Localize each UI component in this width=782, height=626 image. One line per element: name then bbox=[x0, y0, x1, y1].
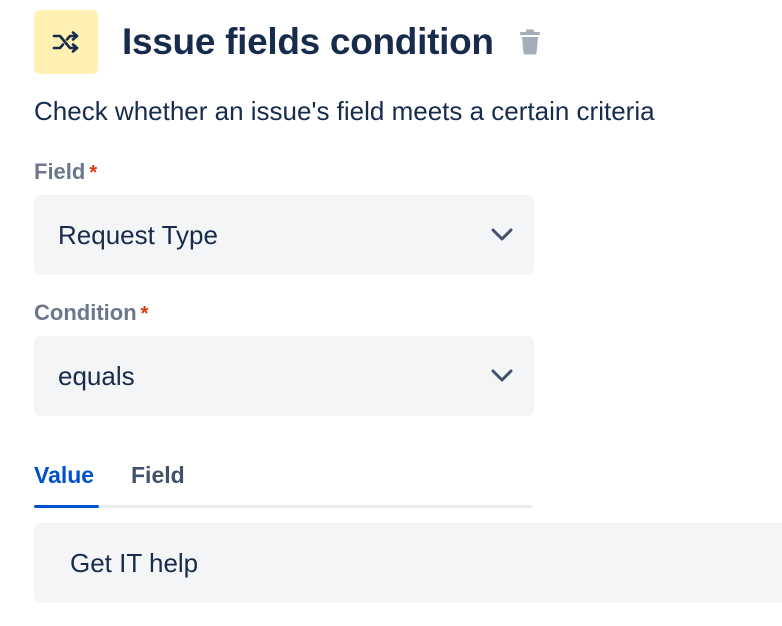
field-label-text: Field bbox=[34, 159, 86, 184]
condition-label: Condition * bbox=[34, 300, 148, 326]
tab-value[interactable]: Value bbox=[34, 462, 94, 489]
delete-button[interactable] bbox=[518, 28, 542, 56]
description-text: Check whether an issue's field meets a c… bbox=[34, 96, 655, 126]
condition-label-text: Condition bbox=[34, 300, 137, 325]
field-label: Field * bbox=[34, 159, 97, 185]
condition-select-value: equals bbox=[58, 360, 135, 391]
field-select[interactable]: Request Type bbox=[34, 195, 534, 275]
panel-header: Issue fields condition bbox=[34, 10, 542, 74]
condition-select[interactable]: equals bbox=[34, 336, 534, 416]
value-input-text: Get IT help bbox=[70, 547, 199, 578]
chevron-down-icon bbox=[490, 364, 514, 388]
issue-fields-condition-panel: Issue fields condition Check whether an … bbox=[0, 0, 782, 626]
chevron-down-icon bbox=[490, 223, 514, 247]
required-marker: * bbox=[89, 162, 98, 184]
value-input[interactable]: Get IT help bbox=[34, 523, 782, 603]
condition-type-icon-tile bbox=[34, 10, 98, 74]
required-marker: * bbox=[140, 303, 149, 325]
value-source-tabs: Value Field bbox=[34, 458, 532, 508]
active-tab-indicator bbox=[34, 505, 99, 508]
shuffle-icon bbox=[52, 31, 79, 53]
tab-divider bbox=[34, 505, 532, 508]
trash-icon bbox=[519, 29, 540, 55]
page-title: Issue fields condition bbox=[122, 21, 494, 62]
field-select-value: Request Type bbox=[58, 219, 218, 250]
tab-field[interactable]: Field bbox=[131, 462, 185, 489]
